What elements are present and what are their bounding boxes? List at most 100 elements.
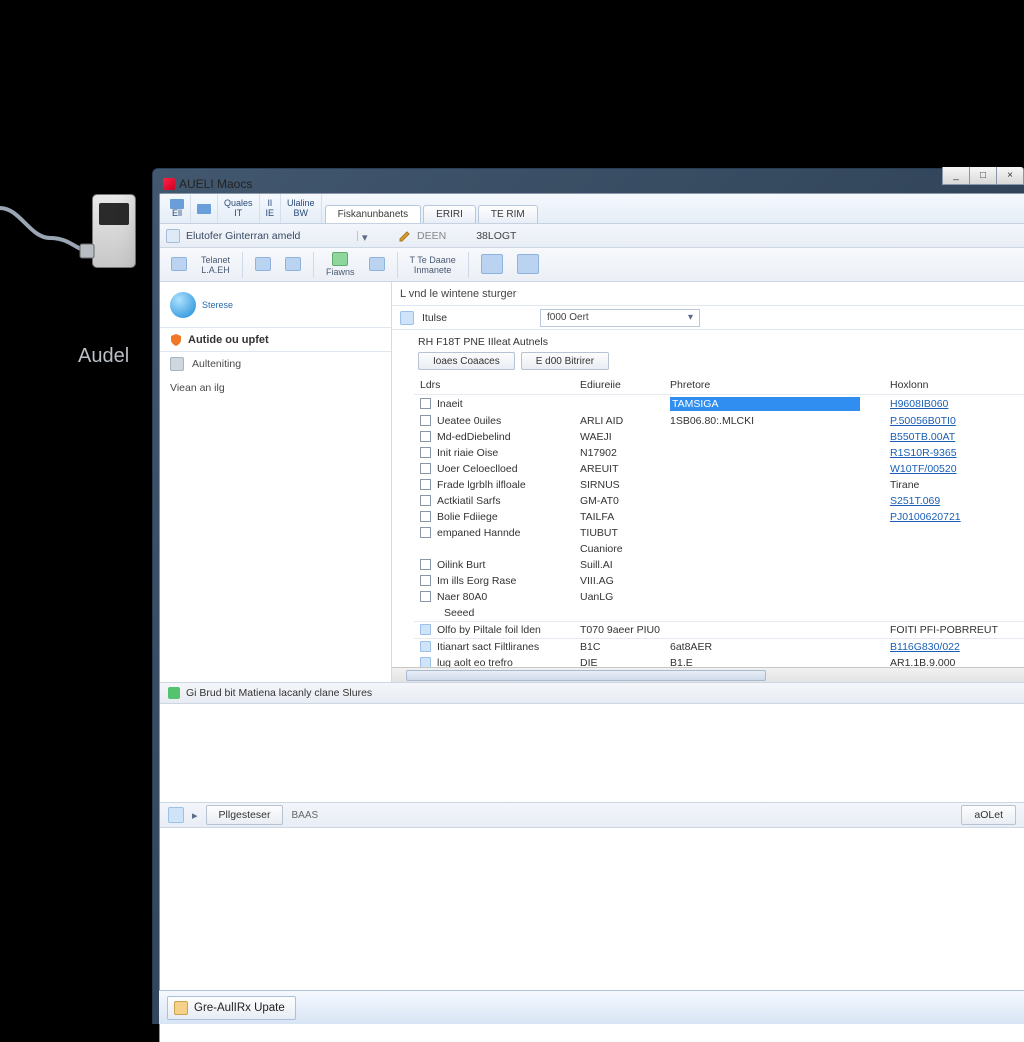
table-row[interactable]: Uoer CeloeclloedAREUITW10TF/00520 <box>414 461 1024 477</box>
tool-button-large[interactable] <box>476 253 508 276</box>
properties-table: Ldrs Ediureiie Phretore Hoxlonn Inaeit T… <box>414 376 1024 667</box>
app-window: AUELI Maocs _ □ × Ell QualesIT IlIE Ulal… <box>152 168 1024 1024</box>
table-row[interactable]: Naer 80A0UanLG <box>414 589 1024 605</box>
selected-value[interactable]: TAMSIGA <box>670 397 860 411</box>
app-icon <box>163 178 175 190</box>
filter-select[interactable]: f000 Oert ▾ <box>540 309 700 327</box>
taskbar-item[interactable]: Gre-AulIRx Upate <box>167 996 296 1020</box>
table-row[interactable]: Inaeit TAMSIGA H9608IB060 <box>414 395 1024 414</box>
menu-item-0[interactable]: Ell <box>164 194 191 223</box>
separator <box>313 252 314 278</box>
checkbox[interactable] <box>420 447 431 458</box>
checkbox[interactable] <box>420 479 431 490</box>
category-badge-icon <box>170 292 196 318</box>
scrollbar-thumb[interactable] <box>406 670 766 681</box>
tool-button-large[interactable] <box>512 253 544 276</box>
table-row[interactable]: Actkiatil SarfsGM-AT0S251T.069 <box>414 493 1024 509</box>
sidebar-item[interactable]: Viean an ilg <box>160 376 391 400</box>
table-row[interactable]: Ueatee 0uilesARLI AID1SB06.80:.MLCKIP.50… <box>414 413 1024 429</box>
play-icon <box>332 252 348 266</box>
ribbon-tab-2[interactable]: TE RIM <box>478 205 538 223</box>
output-panel <box>160 704 1024 802</box>
table-row[interactable]: Frade lgrblh ilfloaleSIRNUSTirane <box>414 477 1024 493</box>
properties-scroll[interactable]: RH F18T PNE IIleat Autnels Ioaes Coaaces… <box>392 330 1024 667</box>
menu-item-1[interactable] <box>191 194 218 223</box>
close-button[interactable]: × <box>996 167 1024 185</box>
entry-icon <box>420 657 431 667</box>
menu-item-2[interactable]: QualesIT <box>218 194 260 223</box>
tool-button[interactable] <box>364 256 390 273</box>
section-button[interactable]: Ioaes Coaaces <box>418 352 515 370</box>
checkbox[interactable] <box>420 527 431 538</box>
table-row[interactable]: Oilink BurtSuill.AI <box>414 557 1024 573</box>
menu-icon <box>197 204 211 214</box>
output-icon[interactable] <box>168 807 184 823</box>
ribbon-tab-0[interactable]: Fiskanunbanets <box>325 205 422 223</box>
tool-icon <box>481 254 503 274</box>
menu-item-3[interactable]: IlIE <box>260 194 282 223</box>
diagnostic-device-illustration <box>92 194 136 268</box>
table-row[interactable]: Seeed <box>414 605 1024 622</box>
checkbox[interactable] <box>420 431 431 442</box>
output-button[interactable]: Pllgesteser <box>206 805 284 825</box>
output-small-label: BAAS <box>291 810 318 821</box>
sidebar-category[interactable]: Sterese <box>160 282 391 328</box>
breadcrumb-path[interactable]: Elutofer Ginterran ameld <box>186 230 351 242</box>
checkbox[interactable] <box>420 415 431 426</box>
tool-button[interactable]: T Te DaaneInmanete <box>405 254 461 276</box>
minimize-button[interactable]: _ <box>942 167 970 185</box>
separator <box>468 252 469 278</box>
table-row[interactable]: Olfo by Piltale foil ldenT070 9aeer PIU0… <box>414 622 1024 639</box>
mode-label: 38LOGT <box>476 230 516 242</box>
nav-back-icon[interactable] <box>166 229 180 243</box>
entry-icon <box>420 624 431 635</box>
tool-button[interactable]: Fiawns <box>321 251 360 278</box>
table-row[interactable]: Md-edDiebelindWAEJIB550TB.00AT <box>414 429 1024 445</box>
entry-icon <box>420 641 431 652</box>
filter-icon <box>400 311 414 325</box>
ribbon-tab-1[interactable]: ERIRI <box>423 205 476 223</box>
section-button[interactable]: E d00 Bitrirer <box>521 352 609 370</box>
tool-button[interactable] <box>166 256 192 273</box>
filter-bar: Itulse f000 Oert ▾ <box>392 306 1024 330</box>
table-row[interactable]: empaned HanndeTIUBUT <box>414 525 1024 541</box>
tool-button[interactable] <box>280 256 306 273</box>
table-row[interactable]: Init riaie OiseN17902R1S10R-9365 <box>414 445 1024 461</box>
content-pane: L vnd le wintene sturger Itulse f000 Oer… <box>392 282 1024 682</box>
edit-icon[interactable] <box>399 230 411 242</box>
checkbox[interactable] <box>420 511 431 522</box>
tool-icon <box>285 257 301 271</box>
table-row[interactable]: Bolie FdiiegeTAILFAPJ0100620721 <box>414 509 1024 525</box>
checkbox[interactable] <box>420 591 431 602</box>
main-split: Sterese Autide ou upfet Aulteniting Viea… <box>160 282 1024 682</box>
category-label: Sterese <box>202 300 233 310</box>
gear-icon <box>170 357 184 371</box>
sidebar-header: Autide ou upfet <box>160 328 391 352</box>
tool-button[interactable]: TelanetL.A.EH <box>196 254 235 276</box>
sidebar-item[interactable]: Aulteniting <box>160 352 391 376</box>
checkbox[interactable] <box>420 398 431 409</box>
checkbox[interactable] <box>420 495 431 506</box>
title-bar[interactable]: AUELI Maocs _ □ × <box>159 175 1024 193</box>
filter-value: f000 Oert <box>547 312 589 323</box>
maximize-button[interactable]: □ <box>969 167 997 185</box>
taskbar-app-icon <box>174 1001 188 1015</box>
menu-item-4[interactable]: UlalineBW <box>281 194 322 223</box>
table-header-row: Ldrs Ediureiie Phretore Hoxlonn <box>414 376 1024 395</box>
table-row[interactable]: Itianart sact FiltliranesB1C6at8AERB116G… <box>414 639 1024 656</box>
output-right-button[interactable]: aOLet <box>961 805 1016 825</box>
cable-illustration <box>0 190 95 280</box>
breadcrumb-dropdown-icon[interactable]: ▾ <box>357 231 367 241</box>
toolbar-label: DEEN <box>417 230 446 242</box>
checkbox[interactable] <box>420 559 431 570</box>
chevron-down-icon: ▾ <box>688 312 693 323</box>
table-row[interactable]: Im ills Eorg RaseVIII.AG <box>414 573 1024 589</box>
table-row[interactable]: lug aolt eo trefroDIEB1.EAR1.1B.9.000 <box>414 655 1024 667</box>
status-text: Gi Brud bit Matiena lacanly clane Slures <box>186 687 372 699</box>
horizontal-scrollbar[interactable] <box>392 667 1024 682</box>
tool-button[interactable] <box>250 256 276 273</box>
shield-icon <box>170 334 182 346</box>
checkbox[interactable] <box>420 575 431 586</box>
desktop-brand-label: Audel <box>78 345 129 368</box>
checkbox[interactable] <box>420 463 431 474</box>
